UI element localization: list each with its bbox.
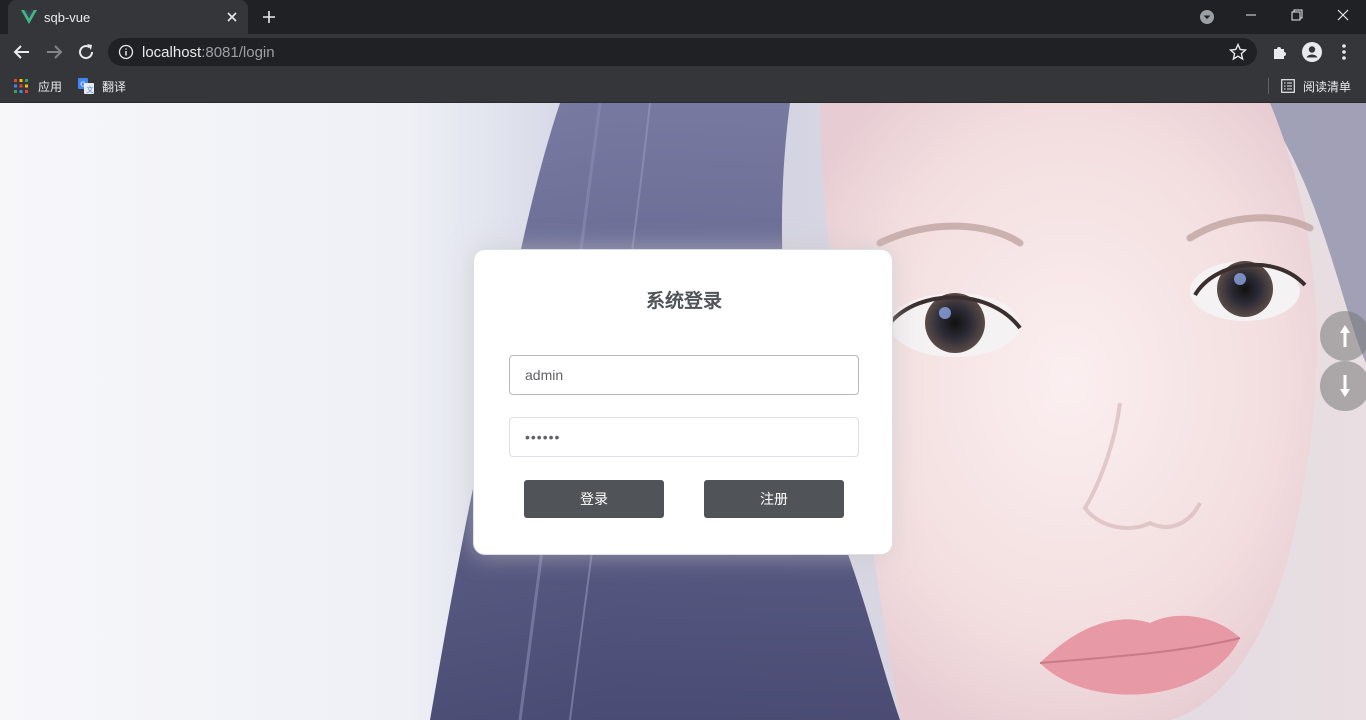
login-button[interactable]: 登录 (524, 480, 664, 518)
close-tab-icon[interactable] (224, 9, 240, 25)
login-title: 系统登录 (645, 291, 722, 312)
forward-arrow-icon[interactable] (42, 40, 66, 64)
register-button[interactable]: 注册 (704, 480, 844, 518)
page-viewport: 系统登录 admin •••••• 登录 注册 (0, 103, 1366, 720)
bookmark-apps[interactable]: 应用 (14, 77, 66, 95)
close-icon (1337, 9, 1349, 21)
login-card: 系统登录 admin •••••• 登录 注册 (473, 249, 893, 555)
browser-tab[interactable]: sqb-vue (8, 0, 248, 34)
info-icon[interactable] (118, 44, 134, 60)
browser-toolbar: localhost:8081/login (0, 34, 1366, 70)
url-path: :8081/login (201, 44, 275, 61)
password-input[interactable]: •••••• (509, 417, 859, 457)
apps-grid-icon (14, 79, 28, 93)
bookmark-star-icon[interactable] (1229, 43, 1247, 61)
svg-text:G: G (80, 81, 85, 89)
minimize-button[interactable] (1228, 0, 1274, 32)
tab-strip: sqb-vue (0, 0, 1366, 34)
reading-list-button[interactable]: 阅读清单 (1281, 77, 1361, 95)
vue-logo-icon (21, 10, 37, 24)
url-host: localhost (142, 44, 202, 61)
profile-avatar-icon[interactable] (1300, 40, 1324, 64)
restore-icon (1291, 9, 1303, 21)
close-window-button[interactable] (1320, 0, 1366, 32)
extensions-puzzle-icon[interactable] (1268, 40, 1292, 64)
bookmark-label: 应用 (38, 80, 63, 94)
svg-text:文: 文 (87, 85, 94, 94)
translate-icon: G 文 (78, 78, 94, 94)
tab-title: sqb-vue (44, 10, 91, 25)
arrow-up-icon (1340, 325, 1350, 347)
reading-list-label: 阅读清单 (1303, 80, 1352, 94)
url-text: localhost:8081/login (142, 44, 275, 61)
scroll-down-button[interactable] (1320, 361, 1366, 411)
bookmarks-divider (1268, 78, 1269, 94)
scroll-up-button[interactable] (1320, 311, 1366, 361)
bookmark-label: 翻译 (102, 80, 127, 94)
minimize-icon (1246, 14, 1256, 16)
address-bar[interactable]: localhost:8081/login (108, 38, 1257, 66)
new-tab-icon[interactable] (261, 9, 277, 25)
restore-button[interactable] (1274, 0, 1320, 32)
tab-search-icon[interactable] (1199, 9, 1215, 25)
arrow-down-icon (1340, 375, 1350, 397)
reload-icon[interactable] (74, 40, 98, 64)
more-menu-icon[interactable] (1332, 40, 1356, 64)
username-input[interactable]: admin (509, 355, 859, 395)
reading-list-icon (1281, 79, 1295, 93)
back-arrow-icon[interactable] (10, 40, 34, 64)
bookmarks-bar: 应用 G 文 翻译 阅读清单 (0, 70, 1366, 103)
bookmark-translate[interactable]: G 文 翻译 (78, 77, 130, 95)
